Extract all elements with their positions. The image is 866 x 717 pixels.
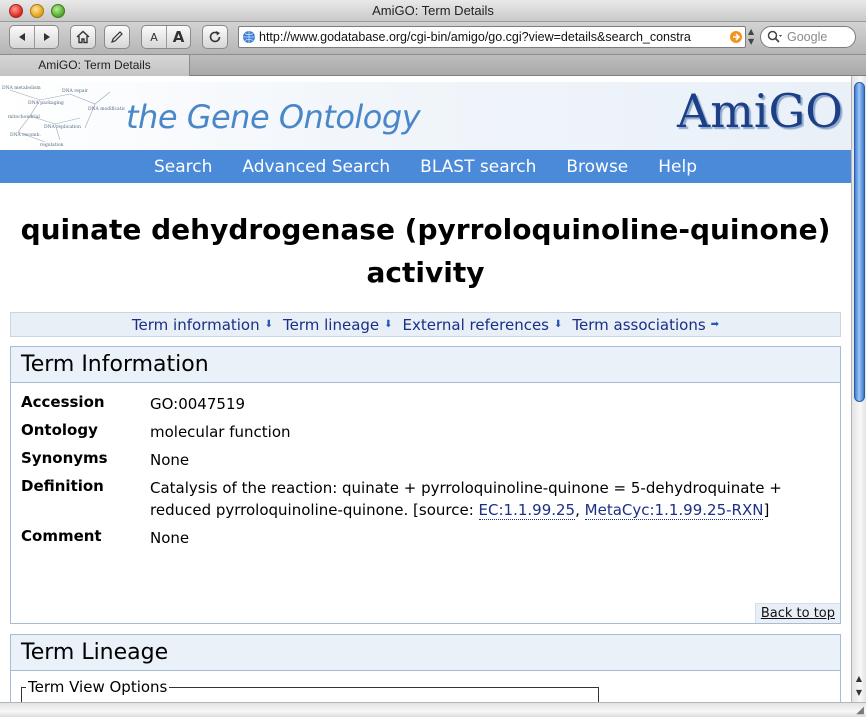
nav-advanced-search-link[interactable]: Advanced Search	[227, 157, 405, 177]
amigo-logo[interactable]: AmiGO	[677, 84, 843, 138]
back-button[interactable]	[10, 26, 34, 48]
globe-icon	[243, 31, 255, 43]
comment-label: Comment	[21, 527, 102, 545]
term-information-table: Accession GO:0047519 Ontology molecular …	[11, 383, 840, 549]
window-title: AmiGO: Term Details	[372, 3, 494, 18]
url-stepper-icon[interactable]: ▲ ▼	[748, 27, 756, 47]
reload-icon	[209, 31, 221, 43]
reload-button[interactable]	[202, 25, 228, 49]
definition-label: Definition	[21, 477, 104, 495]
snapback-icon[interactable]	[729, 30, 743, 44]
jump-external-references-link[interactable]: External references ⬇	[403, 316, 563, 334]
accession-row: Accession GO:0047519	[21, 393, 830, 415]
term-title-line2: activity	[366, 256, 485, 289]
term-information-heading: Term Information	[11, 347, 840, 383]
section-jump-nav: Term information ⬇ Term lineage ⬇ External…	[10, 312, 841, 337]
svg-text:regulation: regulation	[40, 142, 64, 148]
svg-text:DNA replication: DNA replication	[44, 124, 81, 130]
url-text: http://www.godatabase.org/cgi-bin/amigo/…	[259, 30, 691, 44]
comment-value: None	[150, 529, 190, 547]
tab-bar: AmiGO: Term Details	[0, 54, 866, 76]
metacyc-reference-link[interactable]: MetaCyc:1.1.99.25-RXN	[584, 501, 764, 520]
jump-term-information-link[interactable]: Term information ⬇	[132, 316, 273, 334]
text-smaller-button[interactable]: A	[142, 26, 166, 48]
home-icon	[76, 30, 90, 44]
right-arrow-icon: ➡	[710, 319, 720, 330]
browser-toolbar: A A http://www.godatabase.org/cgi-bin/am…	[0, 22, 866, 54]
synonyms-value: None	[150, 451, 190, 469]
term-lineage-panel: Term Lineage Term View Options	[10, 634, 841, 702]
vertical-scroll-thumb[interactable]	[854, 82, 865, 402]
tab-amigo-term-details[interactable]: AmiGO: Term Details	[0, 55, 190, 76]
ec-reference-link[interactable]: EC:1.1.99.25	[478, 501, 576, 520]
term-view-options-fieldset: Term View Options	[21, 678, 599, 702]
svg-text:mitochondrial: mitochondrial	[8, 114, 40, 120]
ontology-label: Ontology	[21, 421, 98, 439]
accession-value: GO:0047519	[150, 395, 246, 413]
resize-grip-icon[interactable]: ◢	[856, 705, 864, 716]
down-arrow-icon: ⬇	[264, 319, 274, 330]
scroll-arrows-icon[interactable]: ▲ ▼	[852, 672, 866, 702]
jump-term-associations-link[interactable]: Term associations ➡	[572, 316, 719, 334]
term-title-line1: quinate dehydrogenase (pyrroloquinoline-…	[20, 213, 831, 246]
term-information-panel: Term Information Accession GO:0047519 On…	[10, 346, 841, 624]
nav-search-link[interactable]: Search	[139, 157, 227, 177]
vertical-scrollbar[interactable]: ▲ ▼	[851, 76, 866, 702]
synonyms-row: Synonyms None	[21, 449, 830, 471]
forward-arrow-icon	[43, 33, 50, 41]
term-view-options-legend: Term View Options	[26, 678, 170, 696]
back-forward-group	[9, 25, 59, 49]
ontology-row: Ontology molecular function	[21, 421, 830, 443]
term-lineage-heading: Term Lineage	[11, 635, 840, 671]
address-bar[interactable]: http://www.godatabase.org/cgi-bin/amigo/…	[238, 26, 746, 48]
ontology-value: molecular function	[150, 423, 291, 441]
svg-text:DNA modification: DNA modification	[88, 106, 125, 112]
svg-text:DNA metabolism: DNA metabolism	[2, 85, 41, 91]
nav-help-link[interactable]: Help	[643, 157, 712, 177]
back-to-top-link[interactable]: Back to top	[754, 603, 840, 623]
comment-row: Comment None	[21, 527, 830, 549]
main-navigation: Search Advanced Search BLAST search Brow…	[0, 150, 851, 183]
back-arrow-icon	[19, 33, 25, 41]
definition-row: Definition Catalysis of the reaction: qu…	[21, 477, 830, 521]
gene-ontology-tagline: the Gene Ontology	[126, 98, 421, 136]
text-larger-button[interactable]: A	[166, 26, 190, 48]
search-icon	[767, 30, 782, 43]
svg-text:DNA packaging: DNA packaging	[28, 100, 64, 106]
window-titlebar: AmiGO: Term Details	[0, 0, 866, 22]
accession-label: Accession	[21, 393, 105, 411]
synonyms-label: Synonyms	[21, 449, 108, 467]
svg-text:DNA recomb.: DNA recomb.	[10, 132, 41, 138]
svg-text:DNA repair: DNA repair	[62, 88, 89, 94]
ontology-graph-image: DNA metabolism DNA packaging DNA repair …	[2, 85, 125, 148]
nav-browse-link[interactable]: Browse	[551, 157, 643, 177]
pencil-icon	[111, 31, 123, 43]
text-size-group: A A	[141, 25, 191, 49]
forward-button[interactable]	[34, 26, 58, 48]
nav-blast-search-link[interactable]: BLAST search	[405, 157, 551, 177]
site-banner: DNA metabolism DNA packaging DNA repair …	[0, 82, 851, 150]
home-button[interactable]	[70, 25, 96, 49]
bookmark-edit-button[interactable]	[104, 25, 130, 49]
jump-term-lineage-link[interactable]: Term lineage ⬇	[283, 316, 393, 334]
down-arrow-icon: ⬇	[384, 319, 393, 330]
term-title: quinate dehydrogenase (pyrroloquinoline-…	[0, 208, 851, 294]
google-search-input[interactable]: Google	[760, 26, 856, 48]
page-viewport: DNA metabolism DNA packaging DNA repair …	[0, 76, 851, 702]
search-placeholder: Google	[787, 30, 828, 44]
definition-value: Catalysis of the reaction: quinate + pyr…	[150, 479, 782, 520]
horizontal-scrollbar: ◢	[0, 702, 866, 717]
down-arrow-icon: ⬇	[554, 319, 563, 330]
